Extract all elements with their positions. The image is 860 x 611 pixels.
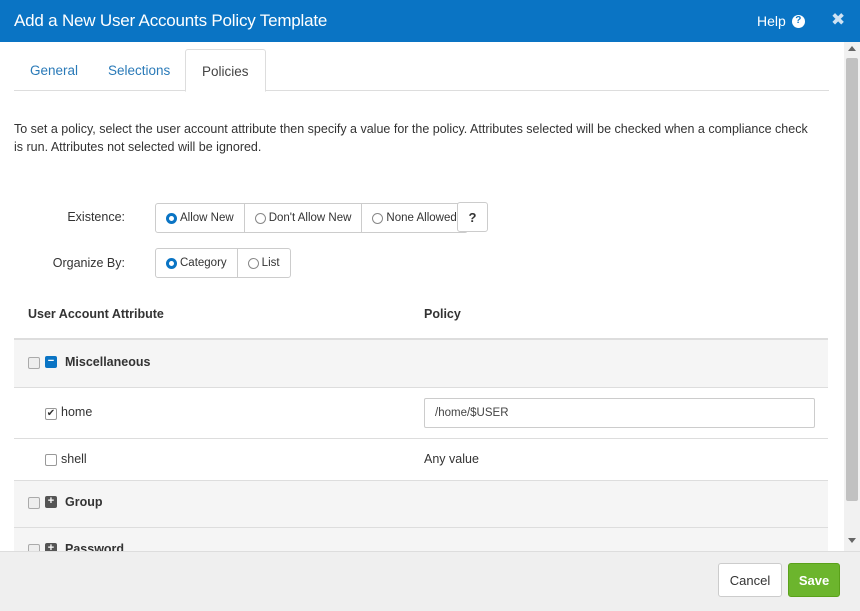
existence-dont-allow-new-label: Don't Allow New xyxy=(268,212,352,224)
existence-none-allowed-option[interactable]: None Allowed xyxy=(361,204,466,232)
attribute-checkbox-checked[interactable]: ✔ xyxy=(45,408,57,420)
existence-allow-new-label: Allow New xyxy=(180,212,234,224)
policy-description: To set a policy, select the user account… xyxy=(14,122,808,154)
radio-icon xyxy=(247,257,259,269)
save-button[interactable]: Save xyxy=(788,563,840,597)
category-label: Password xyxy=(65,542,125,551)
existence-options: Allow New Don't Allow New None Allowed xyxy=(155,203,468,233)
attribute-row-shell: shell Any value xyxy=(14,439,828,481)
category-checkbox[interactable] xyxy=(28,357,40,369)
existence-none-allowed-label: None Allowed xyxy=(386,212,457,224)
attribute-row-home: ✔ home xyxy=(14,388,828,439)
organize-by-label: Organize By: xyxy=(52,256,125,270)
category-checkbox[interactable] xyxy=(28,497,40,509)
vertical-scrollbar[interactable] xyxy=(844,42,860,551)
organize-by-list-option[interactable]: List xyxy=(236,249,290,277)
close-icon[interactable]: ✖ xyxy=(831,10,845,30)
category-label: Group xyxy=(65,495,103,509)
dialog-titlebar: Add a New User Accounts Policy Template … xyxy=(0,0,860,42)
radio-icon xyxy=(254,212,266,224)
category-row-password[interactable]: + Password xyxy=(14,528,828,551)
dialog-title: Add a New User Accounts Policy Template xyxy=(14,11,328,30)
organize-by-options: Category List xyxy=(155,248,291,278)
expand-icon[interactable]: + xyxy=(45,543,57,551)
tab-general[interactable]: General xyxy=(14,49,94,91)
existence-help-button[interactable]: ? xyxy=(457,202,488,232)
collapse-icon[interactable]: − xyxy=(45,356,57,368)
tab-selections[interactable]: Selections xyxy=(92,49,186,91)
tab-policies[interactable]: Policies xyxy=(185,49,266,92)
organize-by-category-label: Category xyxy=(180,257,227,269)
existence-label: Existence: xyxy=(67,210,125,224)
expand-icon[interactable]: + xyxy=(45,496,57,508)
category-row-group[interactable]: + Group xyxy=(14,481,828,528)
scroll-up-arrow-icon[interactable] xyxy=(848,46,856,51)
scroll-down-arrow-icon[interactable] xyxy=(848,538,856,543)
existence-allow-new-option[interactable]: Allow New xyxy=(156,204,244,232)
help-label: Help xyxy=(757,13,786,29)
shell-policy-value: Any value xyxy=(424,452,479,466)
existence-dont-allow-new-option[interactable]: Don't Allow New xyxy=(243,204,362,232)
category-checkbox[interactable] xyxy=(28,544,40,551)
category-label: Miscellaneous xyxy=(65,355,151,369)
cancel-button[interactable]: Cancel xyxy=(718,563,782,597)
category-row-miscellaneous[interactable]: − Miscellaneous xyxy=(14,340,828,388)
radio-icon xyxy=(372,212,384,224)
help-button[interactable]: Help ? xyxy=(757,13,805,29)
organize-by-list-label: List xyxy=(261,257,280,269)
column-header-attribute: User Account Attribute xyxy=(28,307,164,321)
home-policy-input[interactable] xyxy=(424,398,815,428)
dialog-footer: Cancel Save xyxy=(0,551,860,611)
attribute-checkbox[interactable] xyxy=(45,454,57,466)
radio-selected-icon xyxy=(166,257,177,269)
grid-header: User Account Attribute Policy xyxy=(14,295,828,340)
organize-by-category-option[interactable]: Category xyxy=(156,249,237,277)
radio-selected-icon xyxy=(166,212,177,224)
attribute-label: home xyxy=(61,405,93,419)
scroll-thumb[interactable] xyxy=(846,58,858,501)
tab-bar: General Selections Policies xyxy=(14,49,829,92)
question-circle-icon: ? xyxy=(791,14,805,28)
attribute-label: shell xyxy=(61,452,87,466)
column-header-policy: Policy xyxy=(424,307,461,321)
dialog-body: General Selections Policies To set a pol… xyxy=(0,42,844,551)
